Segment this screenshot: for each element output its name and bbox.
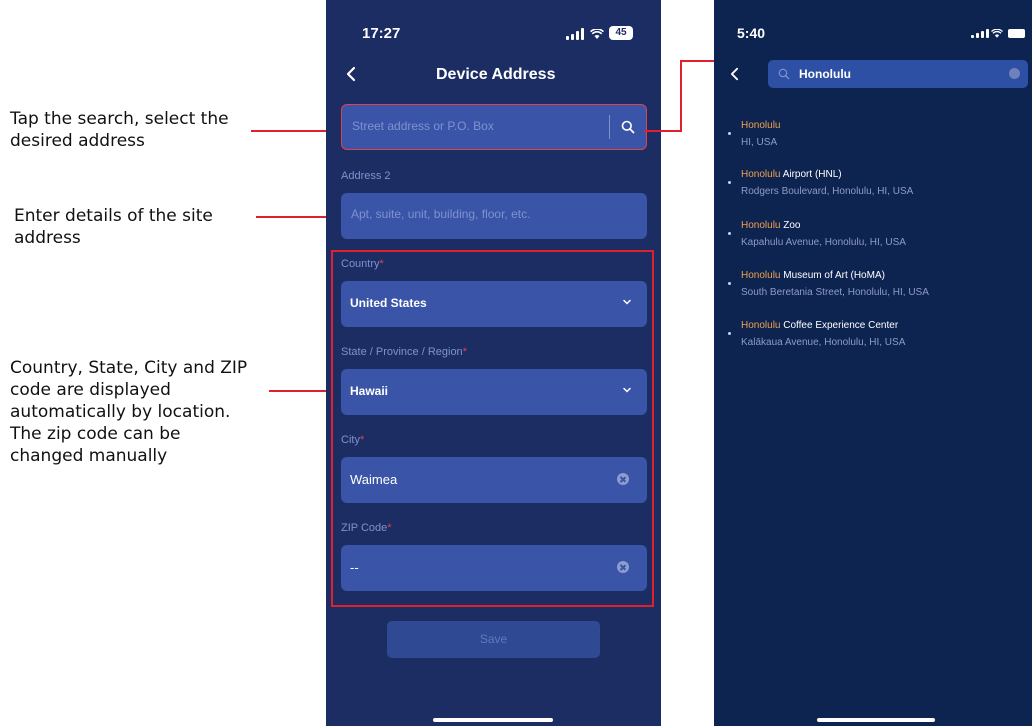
annotation-search-connector-vertical — [680, 60, 682, 132]
clear-icon[interactable] — [617, 473, 629, 485]
result-address: South Beretania Street, Honolulu, HI, US… — [741, 287, 929, 298]
result-name: Honolulu — [741, 120, 781, 131]
annotation-auto-fill: Country, State, City and ZIP code are di… — [10, 358, 248, 466]
annotation-search-connector — [644, 130, 661, 132]
status-time: 17:27 — [362, 25, 401, 42]
save-button[interactable]: Save — [387, 621, 600, 658]
result-name: Honolulu Zoo — [741, 220, 801, 231]
battery-icon — [1008, 29, 1025, 38]
annotation-details: Enter details of the site address — [14, 206, 213, 248]
result-address: Kapahulu Avenue, Honolulu, HI, USA — [741, 237, 906, 248]
street-address-placeholder: Street address or P.O. Box — [352, 119, 494, 133]
result-address: Kalākaua Avenue, Honolulu, HI, USA — [741, 337, 906, 348]
address2-label: Address 2 — [341, 170, 391, 182]
bullet-icon — [728, 232, 731, 235]
annotation-auto-fill-line — [269, 390, 333, 392]
street-address-input[interactable]: Street address or P.O. Box — [341, 104, 647, 150]
bullet-icon — [728, 282, 731, 285]
search-icon — [778, 68, 790, 80]
result-name: Honolulu Airport (HNL) — [741, 169, 842, 180]
state-value: Hawaii — [350, 384, 389, 398]
back-chevron-icon[interactable] — [346, 66, 356, 82]
result-name: Honolulu Coffee Experience Center — [741, 320, 899, 331]
chevron-down-icon — [623, 387, 631, 393]
result-address: HI, USA — [741, 137, 778, 148]
address2-placeholder: Apt, suite, unit, building, floor, etc. — [351, 207, 531, 221]
chevron-down-icon — [623, 299, 631, 305]
annotation-search-connector-bottom — [661, 130, 682, 132]
battery-icon: 45 — [609, 26, 633, 40]
home-indicator — [433, 718, 553, 722]
search-icon[interactable] — [621, 120, 635, 134]
country-select[interactable]: United States — [341, 281, 647, 327]
status-bar: 5:40 — [714, 0, 1032, 50]
state-label: State / Province / Region* — [341, 346, 467, 358]
wifi-icon — [991, 29, 1003, 38]
clear-icon[interactable] — [617, 561, 629, 573]
zip-input[interactable]: -- — [341, 545, 647, 591]
address-search-screen: 5:40 Honolulu Honolulu HI, USA Honolulu … — [714, 0, 1032, 726]
city-label: City* — [341, 434, 365, 446]
back-chevron-icon[interactable] — [730, 67, 739, 81]
signal-icon — [971, 29, 989, 38]
zip-label: ZIP Code* — [341, 522, 392, 534]
clear-icon[interactable] — [1009, 68, 1020, 79]
status-bar: 17:27 45 — [326, 0, 661, 50]
search-query: Honolulu — [799, 67, 851, 81]
signal-icon — [566, 28, 584, 40]
country-label: Country* — [341, 258, 384, 270]
state-select[interactable]: Hawaii — [341, 369, 647, 415]
wifi-icon — [590, 29, 604, 39]
annotation-search-connector-top — [680, 60, 714, 62]
address2-input[interactable]: Apt, suite, unit, building, floor, etc. — [341, 193, 647, 239]
bullet-icon — [728, 132, 731, 135]
result-address: Rodgers Boulevard, Honolulu, HI, USA — [741, 186, 914, 197]
annotation-search: Tap the search, select the desired addre… — [10, 109, 229, 151]
home-indicator — [817, 718, 935, 722]
device-address-screen: 17:27 45 Device Address Street address o… — [326, 0, 661, 726]
search-input[interactable]: Honolulu — [768, 60, 1028, 88]
page-title: Device Address — [436, 66, 556, 83]
country-value: United States — [350, 296, 427, 310]
zip-value: -- — [350, 560, 359, 575]
bullet-icon — [728, 332, 731, 335]
bullet-icon — [728, 181, 731, 184]
status-time: 5:40 — [737, 25, 766, 41]
city-input[interactable]: Waimea — [341, 457, 647, 503]
city-value: Waimea — [350, 472, 398, 487]
search-divider — [609, 115, 610, 139]
result-name: Honolulu Museum of Art (HoMA) — [741, 270, 885, 281]
